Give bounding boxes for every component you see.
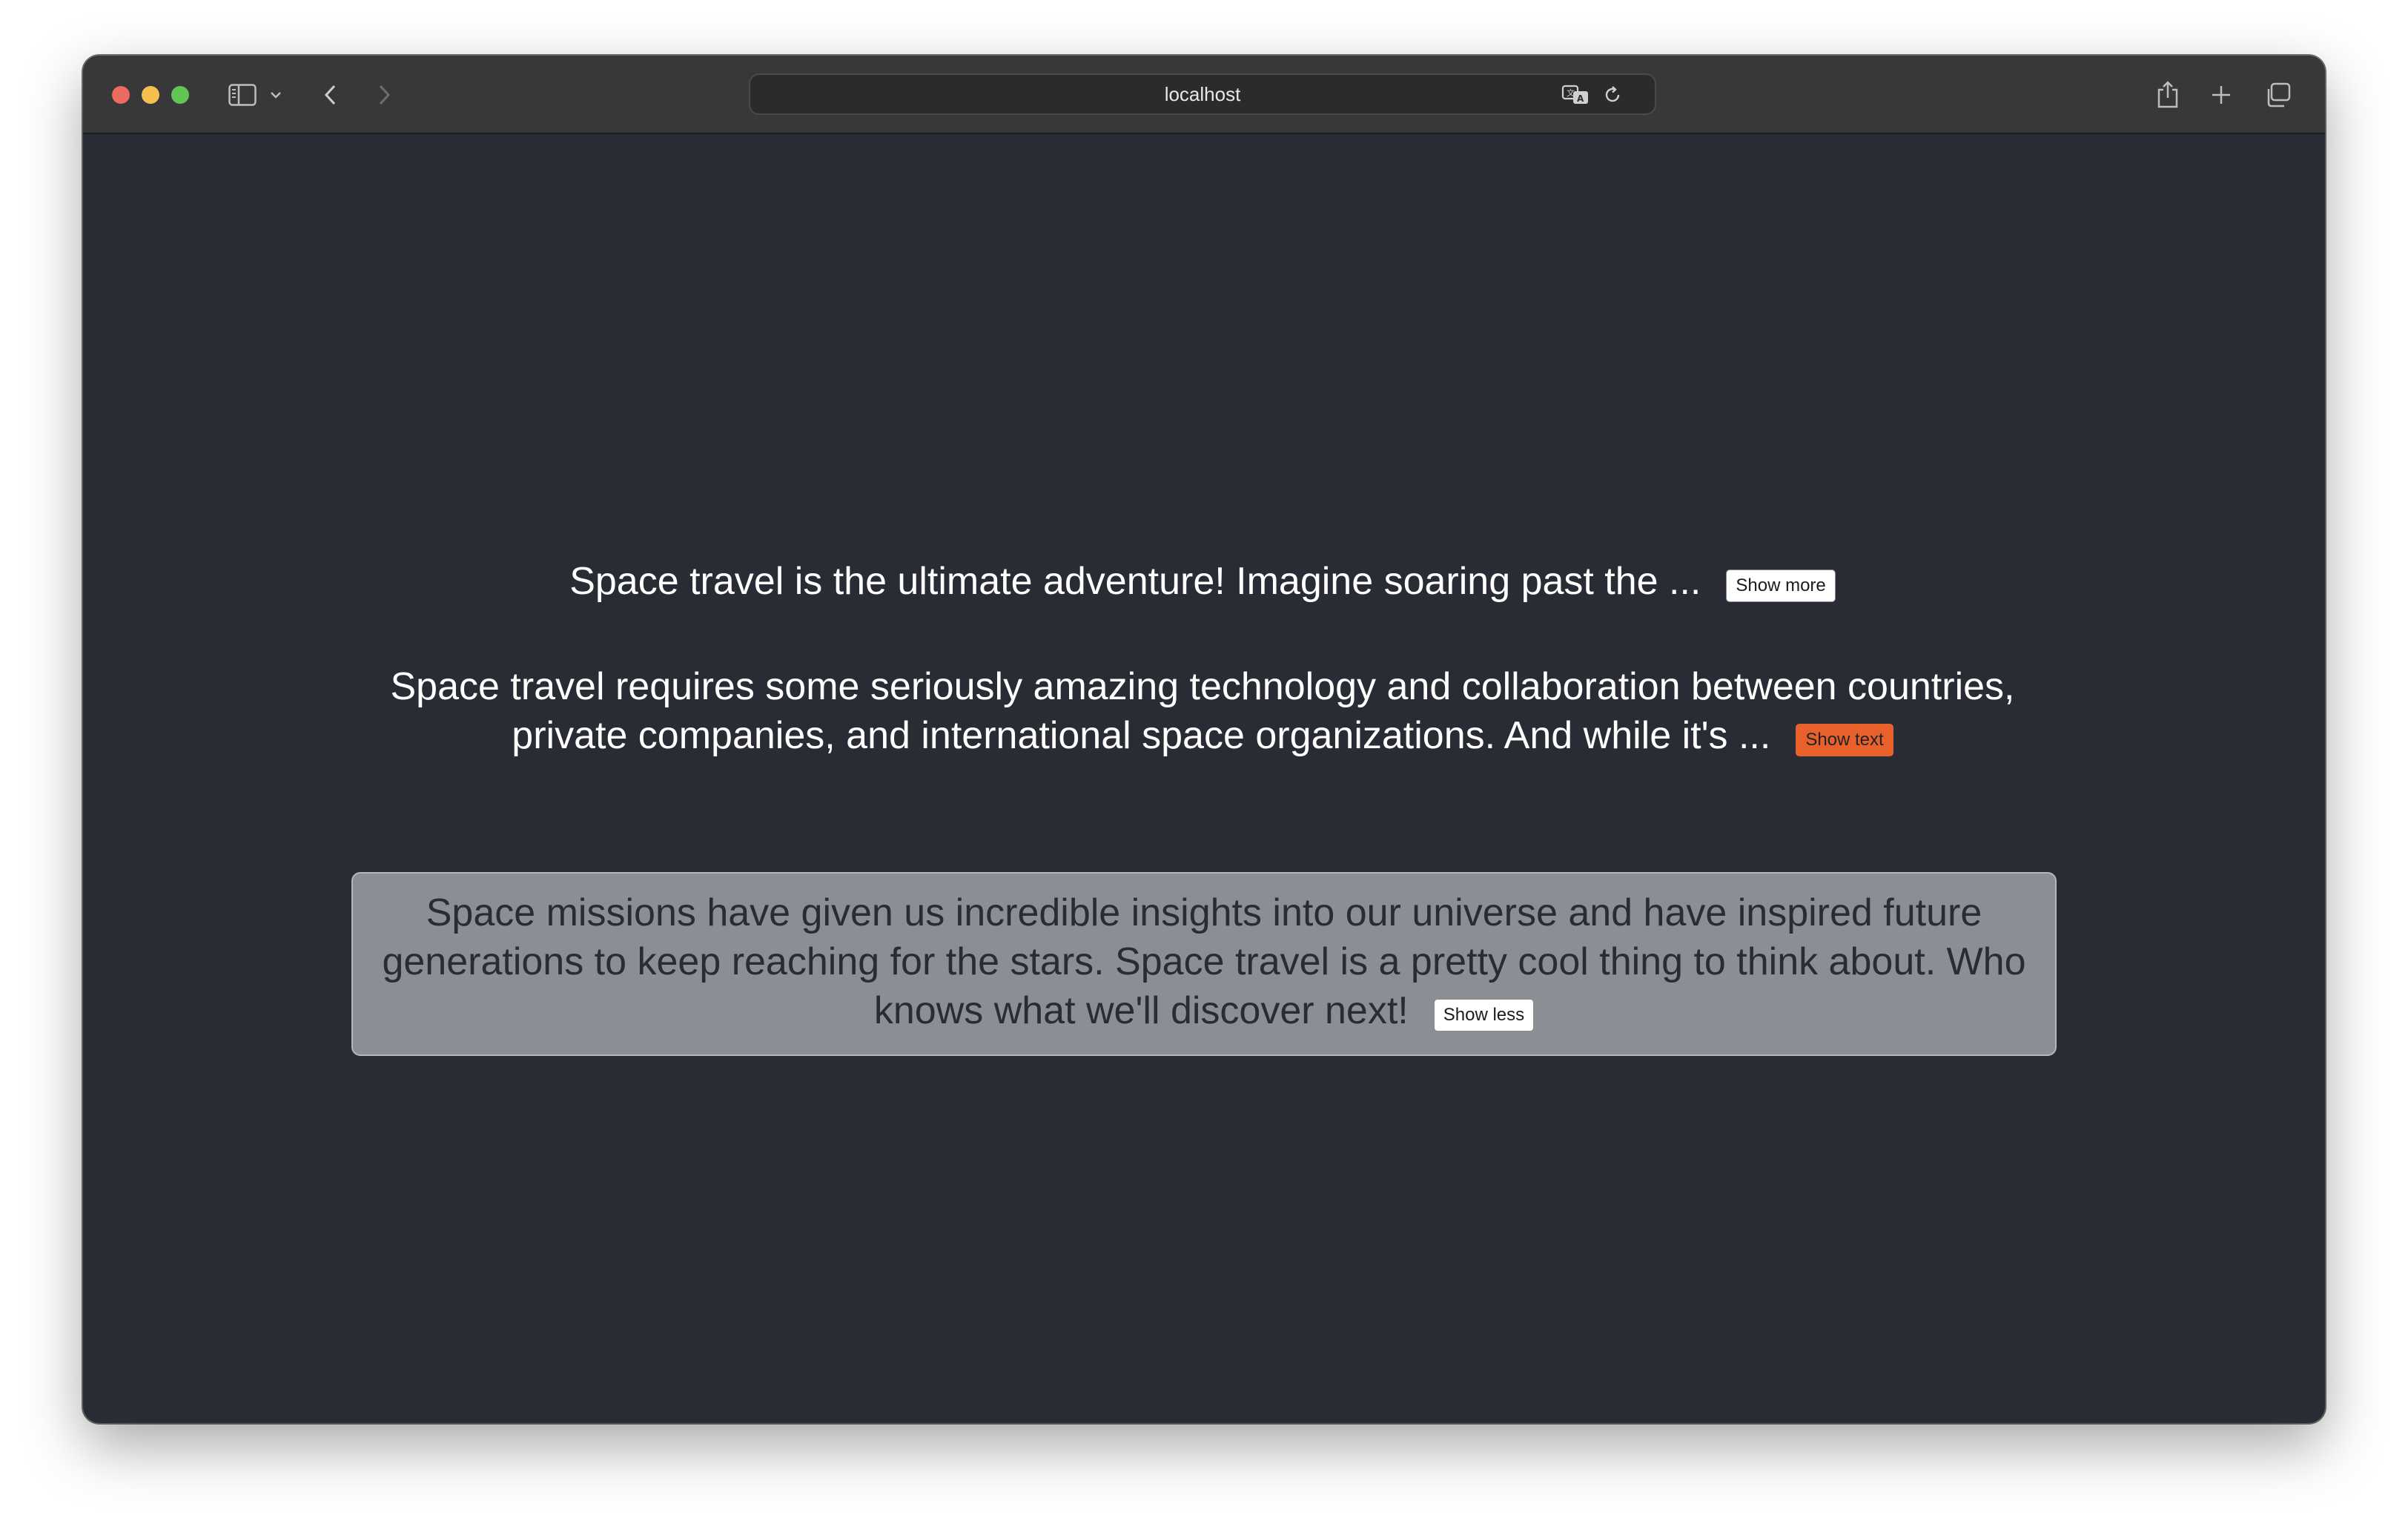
close-window-button[interactable] <box>112 86 130 104</box>
share-icon[interactable] <box>2154 78 2181 112</box>
svg-text:文: 文 <box>1567 88 1575 98</box>
back-arrow-icon[interactable] <box>320 78 341 112</box>
paragraph-2: Space travel requires some seriously ama… <box>335 662 2070 760</box>
browser-window: localhost 文 A Space travel is the ultima… <box>83 56 2325 1423</box>
plus-icon[interactable] <box>2208 78 2235 112</box>
address-text: localhost <box>1164 82 1241 105</box>
maximize-window-button[interactable] <box>171 86 189 104</box>
show-less-button[interactable]: Show less <box>1433 999 1535 1031</box>
paragraph-3-text: Space missions have given us incredible … <box>382 891 2026 1032</box>
paragraph-1: Space travel is the ultimate adventure! … <box>335 557 2070 606</box>
tab-overview-icon[interactable] <box>2263 78 2292 112</box>
sidebar-icon[interactable] <box>226 78 259 112</box>
show-more-button[interactable]: Show more <box>1726 570 1836 602</box>
svg-text:A: A <box>1577 93 1584 104</box>
minimize-window-button[interactable] <box>142 86 159 104</box>
translate-icon[interactable]: 文 A <box>1561 78 1591 112</box>
forward-arrow-icon[interactable] <box>374 78 394 112</box>
show-text-button[interactable]: Show text <box>1796 724 1893 756</box>
chevron-down-icon[interactable] <box>268 78 283 112</box>
page-content: Space travel is the ultimate adventure! … <box>83 134 2325 1423</box>
expanded-paragraph-box: Space missions have given us incredible … <box>351 872 2057 1056</box>
paragraph-1-text: Space travel is the ultimate adventure! … <box>569 560 1701 603</box>
paragraph-2-text: Space travel requires some seriously ama… <box>390 665 2015 757</box>
address-bar[interactable]: localhost 文 A <box>749 73 1656 115</box>
browser-toolbar: localhost 文 A <box>83 56 2325 134</box>
reload-icon[interactable] <box>1601 78 1624 112</box>
